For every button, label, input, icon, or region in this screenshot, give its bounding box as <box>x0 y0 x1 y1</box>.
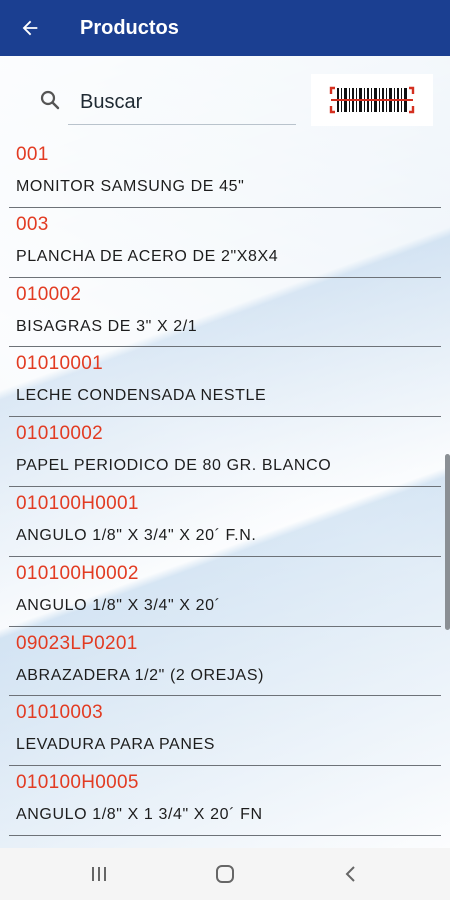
list-item[interactable]: 010100H0005 ANGULO 1/8" X 1 3/4" X 20´ F… <box>0 766 450 836</box>
search-input[interactable] <box>78 86 292 118</box>
list-item[interactable]: 01010001 LECHE CONDENSADA NESTLE <box>0 347 450 418</box>
list-item[interactable]: 003 PLANCHA DE ACERO DE 2"X8X4 <box>0 208 450 278</box>
product-list: 001 MONITOR SAMSUNG DE 45" 003 PLANCHA D… <box>0 138 450 836</box>
product-code: 01010002 <box>16 423 103 445</box>
product-name: PLANCHA DE ACERO DE 2"X8X4 <box>16 247 279 265</box>
product-name: ANGULO 1/8" X 3/4" X 20´ <box>16 596 221 614</box>
list-item[interactable]: 010100H0001 ANGULO 1/8" X 3/4" X 20´ F.N… <box>0 487 450 557</box>
list-item[interactable]: 010002 BISAGRAS DE 3" X 2/1 <box>0 278 450 348</box>
search-row <box>0 62 450 134</box>
app-bar: Productos <box>0 0 450 56</box>
product-code: 010002 <box>16 283 82 305</box>
product-name: ANGULO 1/8" X 3/4" X 20´ F.N. <box>16 526 257 544</box>
divider <box>9 834 441 836</box>
search-field <box>68 78 296 125</box>
system-nav-bar <box>0 848 450 900</box>
product-name: MONITOR SAMSUNG DE 45" <box>16 178 245 195</box>
product-name: ABRAZADERA 1/2" (2 OREJAS) <box>16 666 265 684</box>
product-code: 01010003 <box>16 702 103 724</box>
product-code: 010100H0005 <box>16 772 139 794</box>
scrollbar[interactable] <box>445 454 450 630</box>
product-name: BISAGRAS DE 3" X 2/1 <box>16 317 198 335</box>
barcode-scan-button[interactable] <box>311 74 433 126</box>
product-name: PAPEL PERIODICO DE 80 GR. BLANCO <box>16 457 332 475</box>
home-icon[interactable] <box>213 862 237 886</box>
product-code: 09023LP0201 <box>16 632 138 654</box>
list-item[interactable]: 01010003 LEVADURA PARA PANES <box>0 696 450 767</box>
list-item[interactable]: 01010002 PAPEL PERIODICO DE 80 GR. BLANC… <box>0 417 450 487</box>
page-title: Productos <box>80 16 179 39</box>
list-item[interactable]: 010100H0002 ANGULO 1/8" X 3/4" X 20´ <box>0 557 450 627</box>
product-name: LECHE CONDENSADA NESTLE <box>16 387 267 405</box>
product-code: 010100H0002 <box>16 562 139 584</box>
list-item[interactable]: 09023LP0201 ABRAZADERA 1/2" (2 OREJAS) <box>0 627 450 697</box>
product-name: LEVADURA PARA PANES <box>16 736 216 754</box>
recents-icon[interactable] <box>87 862 111 886</box>
product-code: 003 <box>16 213 49 235</box>
back-arrow-icon[interactable] <box>18 16 42 40</box>
product-code: 010100H0001 <box>16 492 139 514</box>
barcode-scanner-icon <box>329 86 415 114</box>
back-chevron-icon[interactable] <box>339 862 363 886</box>
product-code: 001 <box>16 144 49 165</box>
product-name: ANGULO 1/8" X 1 3/4" X 20´ FN <box>16 806 263 824</box>
list-item[interactable]: 001 MONITOR SAMSUNG DE 45" <box>0 138 450 208</box>
search-icon <box>38 88 62 112</box>
product-code: 01010001 <box>16 353 103 375</box>
